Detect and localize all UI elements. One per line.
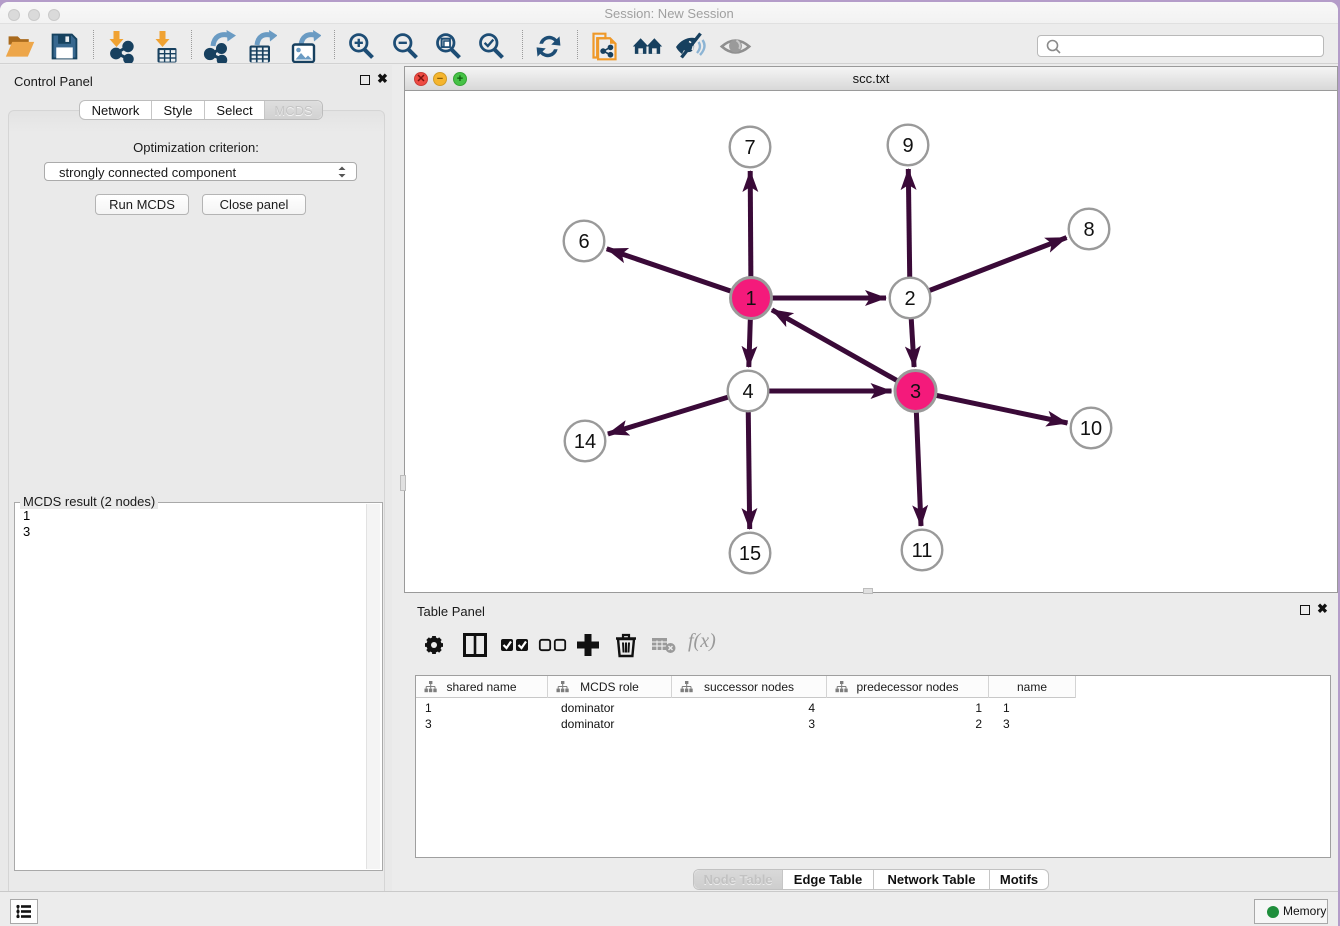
svg-text:8: 8	[1083, 219, 1094, 241]
svg-text:9: 9	[902, 135, 913, 157]
svg-text:3: 3	[910, 381, 921, 403]
svg-text:10: 10	[1080, 418, 1102, 440]
svg-text:14: 14	[574, 431, 596, 453]
svg-text:6: 6	[578, 231, 589, 253]
svg-text:4: 4	[742, 381, 753, 403]
svg-text:11: 11	[912, 540, 933, 562]
svg-text:15: 15	[739, 543, 761, 565]
svg-text:7: 7	[744, 137, 755, 159]
svg-text:1: 1	[745, 288, 756, 310]
svg-text:2: 2	[904, 288, 915, 310]
